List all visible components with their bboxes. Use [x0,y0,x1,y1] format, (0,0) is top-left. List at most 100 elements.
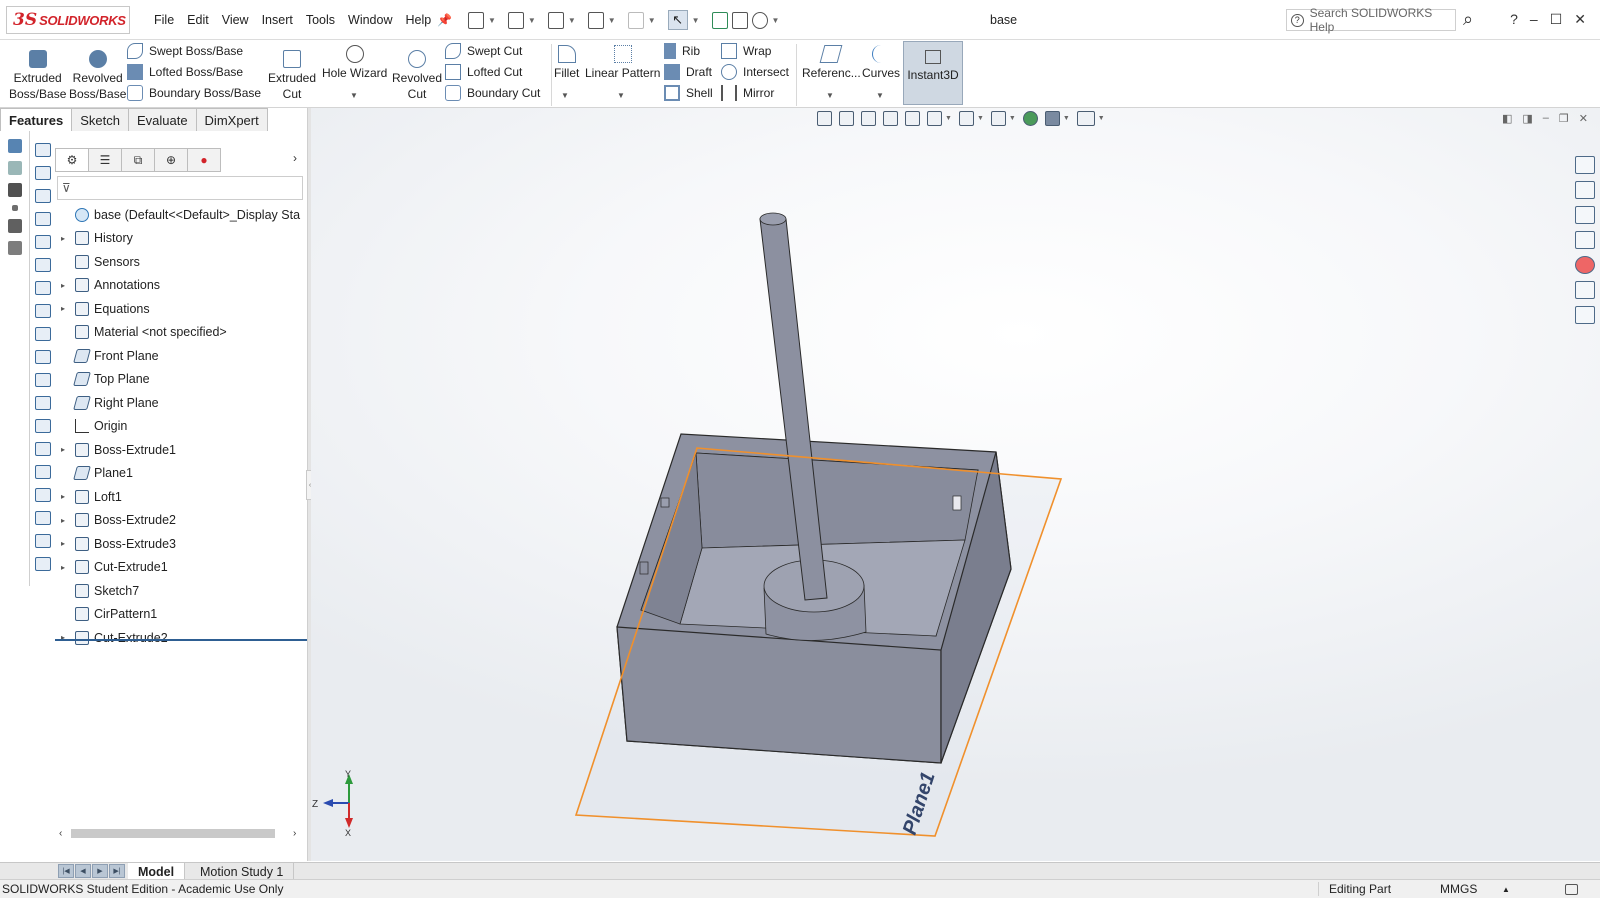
tree-item[interactable]: Plane1 [55,462,307,486]
intersect-button[interactable]: Intersect [721,64,789,80]
configuration-manager-icon[interactable]: ⧉ [121,148,155,172]
menu-tools[interactable]: Tools [306,13,335,27]
scrollbar-thumb[interactable] [71,829,275,838]
appearances-icon[interactable] [1575,256,1595,274]
scroll-right-icon[interactable]: › [293,828,296,839]
previous-tab-icon[interactable]: ◀ [75,864,91,878]
minimize-button[interactable]: – [1530,11,1538,28]
tree-item[interactable]: Sensors [55,250,307,274]
file-properties-icon[interactable] [731,11,748,29]
feature-manager-tree-icon[interactable]: ⚙ [55,148,89,172]
draft-button[interactable]: Draft [664,64,712,80]
expand-arrow-icon[interactable]: ▸ [55,445,71,454]
tree-item[interactable]: Origin [55,415,307,439]
close-button[interactable]: ✕ [1574,11,1586,28]
forum-icon[interactable] [1575,306,1595,324]
scroll-left-icon[interactable]: ‹ [59,828,62,839]
undo-icon[interactable] [627,11,644,29]
expand-arrow-icon[interactable]: ▸ [55,492,71,501]
new-dropdown-icon[interactable]: ▼ [488,16,496,25]
axis-icon[interactable] [8,183,22,197]
move-feature-icon[interactable] [35,488,51,502]
mirror-feature-icon[interactable] [35,442,51,456]
revolve-feature-icon[interactable] [35,166,51,180]
menu-view[interactable]: View [222,13,249,27]
fillet-button[interactable]: Fillet [554,45,579,81]
hole-feature-icon[interactable] [35,281,51,295]
combine-feature-icon[interactable] [35,534,51,548]
help-dropdown[interactable]: ? [1510,11,1518,28]
lofted-boss-button[interactable]: Lofted Boss/Base [127,64,243,80]
tree-item[interactable]: Sketch7 [55,579,307,603]
split-feature-icon[interactable] [35,511,51,525]
pin-menu-icon[interactable]: 📌 [437,13,452,27]
loft-feature-icon[interactable] [35,212,51,226]
menu-window[interactable]: Window [348,13,392,27]
chevron-right-icon[interactable]: › [293,151,297,165]
design-library-icon[interactable] [1575,181,1595,199]
unit-dropdown-icon[interactable]: ▲ [1502,885,1510,894]
boss-feature-icon[interactable] [35,143,51,157]
hole-wizard-dropdown-icon[interactable]: ▼ [350,91,358,100]
curves-dropdown-icon[interactable]: ▼ [876,91,884,100]
save-icon[interactable] [547,11,564,29]
pattern-feature-icon[interactable] [35,419,51,433]
tree-item[interactable]: ▸ Boss-Extrude3 [55,532,307,556]
curves-button[interactable]: Curves [862,45,900,81]
undo-dropdown-icon[interactable]: ▼ [648,16,656,25]
search-icon[interactable]: ⌕ [1463,9,1473,30]
view-orientation-icon[interactable] [8,139,22,153]
property-manager-icon[interactable]: ☰ [88,148,122,172]
maximize-button[interactable]: ☐ [1550,11,1563,28]
tree-item[interactable]: ▸ Cut-Extrude2 [55,626,307,650]
customize-status-icon[interactable] [1565,883,1578,895]
rollback-bar[interactable] [55,639,307,641]
shell-feature-icon[interactable] [35,304,51,318]
new-document-icon[interactable] [468,11,484,29]
save-dropdown-icon[interactable]: ▼ [568,16,576,25]
reference-dropdown-icon[interactable]: ▼ [826,91,834,100]
tree-item[interactable]: ▸ Annotations [55,274,307,298]
expand-arrow-icon[interactable]: ▸ [55,281,71,290]
expand-arrow-icon[interactable]: ▸ [55,563,71,572]
home-icon[interactable] [1575,156,1595,174]
scale-feature-icon[interactable] [35,465,51,479]
tree-item[interactable]: Top Plane [55,368,307,392]
expand-arrow-icon[interactable]: ▸ [55,516,71,525]
options-dropdown-icon[interactable]: ▼ [772,16,780,25]
linear-pattern-button[interactable]: Linear Pattern [585,45,660,81]
print-icon[interactable] [587,11,604,29]
print-dropdown-icon[interactable]: ▼ [608,16,616,25]
lofted-cut-button[interactable]: Lofted Cut [445,64,522,80]
last-tab-icon[interactable]: ▶| [109,864,125,878]
shell-button[interactable]: Shell [664,85,713,101]
wrap-button[interactable]: Wrap [721,43,771,59]
tree-item[interactable]: ▸ Equations [55,297,307,321]
tree-root-part[interactable]: base (Default<<Default>_Display Sta [55,203,307,227]
wrap-feature-icon[interactable] [35,350,51,364]
unit-system[interactable]: MMGS [1440,882,1477,896]
tree-item[interactable]: Material <not specified> [55,321,307,345]
feature-tree-horizontal-scrollbar[interactable]: ‹ › [57,826,305,840]
tab-evaluate[interactable]: Evaluate [127,108,197,131]
open-dropdown-icon[interactable]: ▼ [528,16,536,25]
reference-geometry-button[interactable]: Referenc... [802,45,861,81]
tab-model[interactable]: Model [128,863,186,880]
tree-item[interactable]: Right Plane [55,391,307,415]
chamfer-feature-icon[interactable] [35,396,51,410]
flex-feature-icon[interactable] [35,557,51,571]
rib-button[interactable]: Rib [664,43,700,59]
select-dropdown-icon[interactable]: ▼ [692,16,700,25]
graphics-area[interactable]: ▼ ▼ ▼ ▼ ▼ ◧ ◨ – ❐ ✕ Plane1 Y Z X [311,108,1600,861]
expand-arrow-icon[interactable]: ▸ [55,234,71,243]
draft-feature-icon[interactable] [35,258,51,272]
dome-feature-icon[interactable] [35,327,51,341]
first-tab-icon[interactable]: |◀ [58,864,74,878]
help-search-box[interactable]: ? Search SOLIDWORKS Help [1286,6,1456,34]
feature-tree-filter[interactable]: ⊽ [57,176,303,200]
boundary-cut-button[interactable]: Boundary Cut [445,85,540,101]
boundary-boss-button[interactable]: Boundary Boss/Base [127,85,261,101]
swept-cut-button[interactable]: Swept Cut [445,43,522,59]
menu-help[interactable]: Help [406,13,432,27]
tree-item[interactable]: ▸ History [55,227,307,251]
